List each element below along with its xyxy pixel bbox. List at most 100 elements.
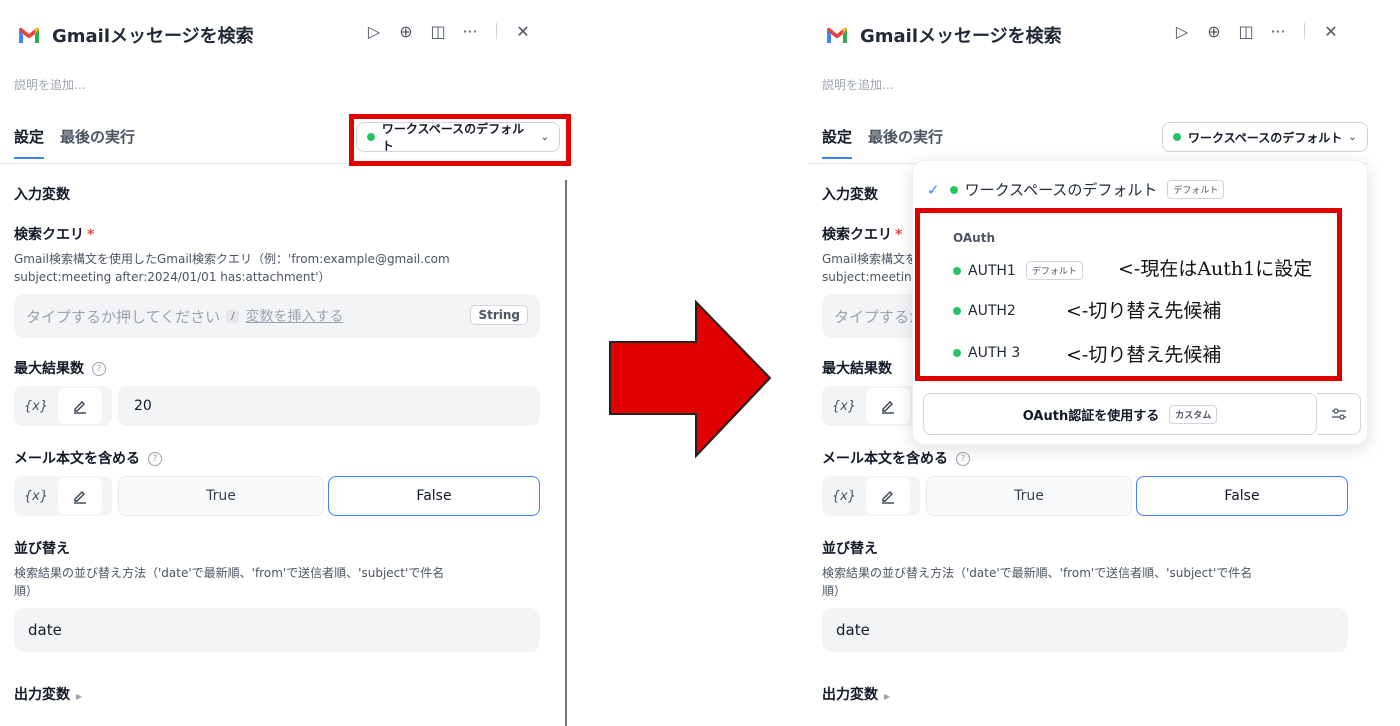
help-line: 順） [14,584,39,598]
output-variables-title: 出力変数 [822,687,878,703]
required-mark: * [87,227,95,243]
help-line: 検索結果の並び替え方法（'date'で最新順、'from'で送信者順、'subj… [14,566,445,580]
variable-mode-button[interactable]: {x} [14,489,58,504]
include-body-label-text: メール本文を含める [822,451,948,467]
search-query-label: 検索クエリ * [822,224,902,244]
output-variables-toggle[interactable]: 出力変数 ▶ [14,684,82,704]
annotation-note: <-切り替え先候補 [1066,300,1222,322]
header-actions: ▷ ⊕ ◫ ··· ✕ [358,18,539,44]
caret-right-icon: ▶ [76,692,83,701]
output-variables-toggle[interactable]: 出力変数 ▶ [822,684,890,704]
sliders-icon [1331,408,1346,420]
variable-mode-button[interactable]: {x} [822,399,866,414]
more-icon[interactable]: ··· [454,18,486,44]
chevron-down-icon: ⌄ [1348,131,1357,143]
status-dot [949,185,958,194]
edit-mode-button[interactable] [58,478,102,514]
book-icon[interactable]: ◫ [1230,18,1262,44]
max-results-label: 最大結果数? [14,358,106,378]
sort-help: 検索結果の並び替え方法（'date'で最新順、'from'で送信者順、'subj… [14,564,524,600]
highlight-box [349,114,571,166]
max-results-input[interactable]: 20 [118,386,540,426]
custom-badge: カスタム [1169,404,1218,424]
edit-mode-button[interactable] [866,388,910,424]
sort-label: 並び替え [822,541,878,557]
insert-variable-link[interactable]: 変数を挿入する [245,306,343,326]
more-icon[interactable]: ··· [1262,18,1294,44]
pencil-icon [882,401,894,414]
max-results-mode-toggle: {x} [822,386,920,426]
sort-help: 検索結果の並び替え方法（'date'で最新順、'from'で送信者順、'subj… [822,564,1332,600]
help-line: 順） [822,584,847,598]
include-body-mode-toggle: {x} [14,476,112,516]
sort-input[interactable]: date [822,608,1348,652]
settings-sliders-icon[interactable] [1317,393,1361,435]
help-line: 検索結果の並び替え方法（'date'で最新順、'from'で送信者順、'subj… [822,566,1253,580]
include-body-label-text: メール本文を含める [14,451,140,467]
header-actions: ▷ ⊕ ◫ ··· ✕ [1166,18,1347,44]
menu-item-workspace-default[interactable]: ✓ ワークスペースのデフォルト デフォルト [927,179,1225,200]
annotation-note: <-切り替え先候補 [1066,344,1222,366]
false-option[interactable]: False [1136,476,1348,516]
max-results-label-text: 最大結果数 [14,361,84,377]
page-title: Gmailメッセージを検索 [860,26,1062,47]
help-line: subject:meeting after:2024/01/01 has:att… [14,270,331,284]
true-option[interactable]: True [926,476,1132,516]
search-query-input[interactable]: タイプするか押してください / 変数を挿入する String [14,294,540,338]
use-oauth-button[interactable]: OAuth認証を使用する カスタム [923,393,1317,435]
false-option[interactable]: False [328,476,540,516]
help-icon[interactable]: ? [92,362,106,376]
scrollbar[interactable] [565,180,567,726]
target-icon[interactable]: ⊕ [1198,18,1230,44]
status-dot [1173,133,1181,141]
help-icon[interactable]: ? [148,452,162,466]
edit-mode-button[interactable] [58,388,102,424]
slash-key: / [226,309,240,323]
run-icon[interactable]: ▷ [1166,18,1198,44]
input-variables-title: 入力変数 [14,187,70,203]
divider [1304,23,1305,39]
variable-mode-button[interactable]: {x} [14,399,58,414]
max-results-label-text: 最大結果数 [822,361,892,377]
panel-header: Gmailメッセージを検索 [826,22,1062,48]
check-icon: ✓ [927,180,940,199]
search-query-help: Gmail検索構文を使用したGmail検索クエリ（例：'from:example… [14,250,524,286]
description-input[interactable]: 説明を追加... [822,76,893,93]
gmail-icon [827,27,847,43]
type-badge: String [470,305,528,325]
close-icon[interactable]: ✕ [507,18,539,44]
target-icon[interactable]: ⊕ [390,18,422,44]
tab-settings[interactable]: 設定 [14,126,45,159]
search-query-label-text: 検索クエリ [14,227,84,243]
required-mark: * [895,227,903,243]
variable-mode-button[interactable]: {x} [822,489,866,504]
book-icon[interactable]: ◫ [422,18,454,44]
workspace-label: ワークスペースのデフォルト [1188,130,1343,145]
edit-mode-button[interactable] [866,478,910,514]
menu-item-label: ワークスペースのデフォルト [964,181,1158,199]
left-panel: Gmailメッセージを検索 ▷ ⊕ ◫ ··· ✕ 説明を追加... 設定 最後… [0,0,560,726]
true-option[interactable]: True [118,476,324,516]
pencil-icon [74,491,86,504]
include-body-mode-toggle: {x} [822,476,920,516]
workspace-auth-select[interactable]: ワークスペースのデフォルト ⌄ [1162,122,1368,152]
sort-label: 並び替え [14,541,70,557]
sort-input[interactable]: date [14,608,540,652]
tab-bar: 設定 最後の実行 [822,126,959,159]
close-icon[interactable]: ✕ [1315,18,1347,44]
tab-last-run[interactable]: 最後の実行 [868,126,943,159]
description-input[interactable]: 説明を追加... [14,76,85,93]
gmail-icon [19,27,39,43]
panel-header: Gmailメッセージを検索 [18,22,254,48]
help-icon[interactable]: ? [956,452,970,466]
page-title: Gmailメッセージを検索 [52,26,254,47]
run-icon[interactable]: ▷ [358,18,390,44]
right-arrow-icon [609,300,772,459]
include-body-label: メール本文を含める? [822,448,970,468]
search-query-label: 検索クエリ * [14,224,94,244]
tab-last-run[interactable]: 最後の実行 [60,126,135,159]
max-results-label: 最大結果数 [822,358,892,378]
tab-settings[interactable]: 設定 [822,126,853,159]
output-variables-title: 出力変数 [14,687,70,703]
input-placeholder: タイプするか押してください [26,307,221,326]
